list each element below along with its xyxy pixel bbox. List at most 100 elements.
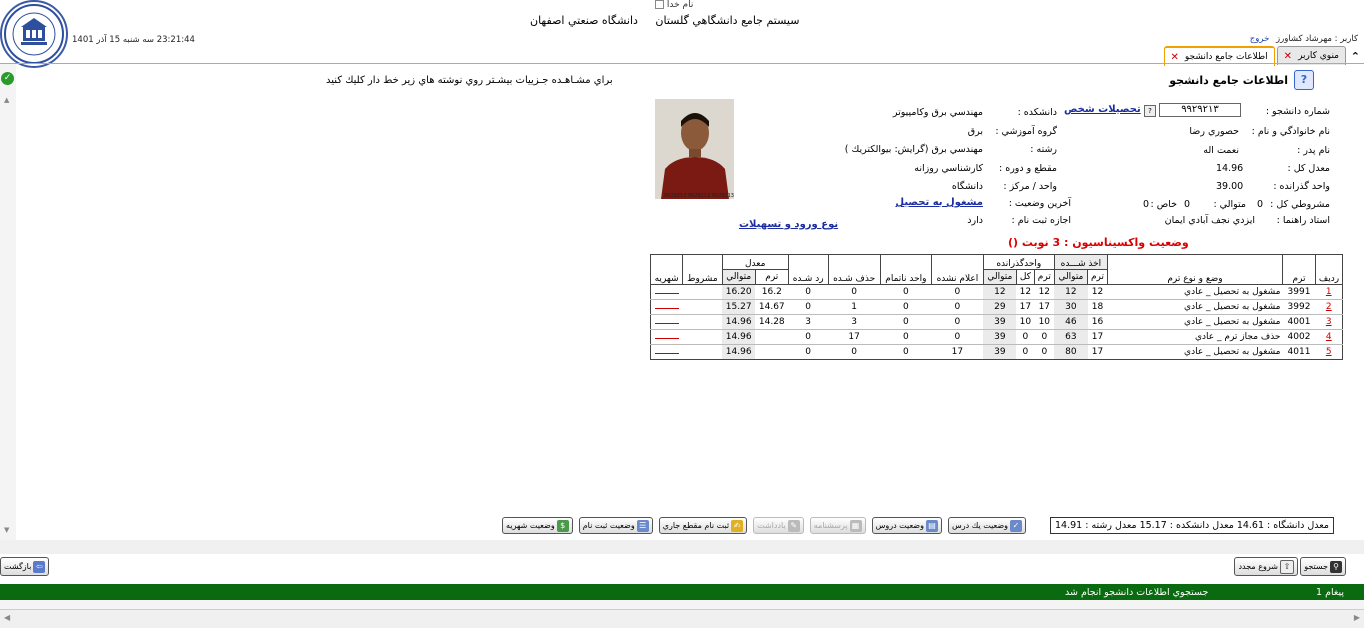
tuition-link[interactable] — [654, 317, 679, 324]
passed-consec-cell: 39 — [983, 344, 1017, 360]
back-button[interactable]: ⇦ بازگشت — [0, 557, 50, 576]
announced-cell: 0 — [931, 299, 984, 315]
registration-label: اجازه ثبت نام : — [1011, 215, 1072, 226]
failed-cell: 0 — [788, 299, 829, 315]
row-index-link[interactable]: 5 — [1315, 344, 1343, 360]
page-title: ? اطلاعات جامع دانشجو — [1169, 70, 1314, 90]
status-line — [0, 600, 1364, 609]
tuition-cell[interactable] — [649, 284, 683, 300]
help-icon[interactable]: ? — [1294, 70, 1314, 90]
term-cell: 3991 — [1282, 284, 1316, 300]
tuition-link[interactable] — [654, 347, 679, 354]
personal-education-link[interactable]: تحصيلات شخص — [1064, 104, 1141, 115]
questionnaire-button[interactable]: ▦ پرسشنامه — [809, 517, 866, 534]
deleted-cell: 0 — [828, 344, 881, 360]
horizontal-scrollbar[interactable]: ◀ ▶ — [0, 609, 1364, 628]
row-link[interactable]: 5 — [1326, 347, 1332, 357]
failed-cell: 3 — [788, 314, 829, 330]
registration-status-button[interactable]: ☰ وضعيت ثبت نام — [578, 517, 653, 534]
row-link[interactable]: 4 — [1326, 332, 1332, 342]
vertical-scrollbar[interactable] — [0, 64, 16, 540]
tuition-link[interactable] — [654, 302, 679, 309]
scroll-right-arrow-icon[interactable]: ▶ — [1354, 613, 1360, 622]
tuition-cell[interactable] — [649, 344, 683, 360]
scroll-down-arrow-icon[interactable]: ▼ — [4, 526, 9, 534]
scroll-up-arrow-icon[interactable]: ▲ — [4, 96, 9, 104]
probation-consec: 0 — [1184, 199, 1191, 210]
close-icon[interactable]: ✕ — [1284, 51, 1292, 62]
probation-consec-label: متوالي : — [1213, 199, 1246, 210]
registration-current-button[interactable]: ✍ ثبت نام مقطع جاري — [658, 517, 748, 534]
terms-table: رديف ترم وضع و نوع ترم اخذ شـــده واحدگذ… — [649, 254, 1343, 360]
tuition-cell[interactable] — [649, 329, 683, 345]
status-cell: حذف مجاز ترم _ عادي — [1107, 329, 1283, 345]
success-check-icon: ✓ — [1, 72, 14, 85]
gpa-term-cell — [755, 344, 789, 360]
tab-divider — [0, 63, 1364, 64]
failed-cell: 0 — [788, 329, 829, 345]
button-label: بازگشت — [4, 561, 32, 571]
father-label: نام پدر : — [1297, 145, 1330, 156]
passed-total-cell: 10 — [1016, 314, 1035, 330]
logo-emblem-icon — [4, 4, 64, 64]
button-label: وضعيت يك درس — [951, 520, 1008, 530]
row-link[interactable]: 1 — [1326, 287, 1332, 297]
announced-cell: 17 — [931, 344, 984, 360]
user-label: كاربر : مهرشاد كشاورز — [1276, 34, 1358, 44]
col-gpa-term: ترم — [754, 269, 789, 285]
note-button[interactable]: ✎ يادداشت — [753, 517, 804, 534]
tuition-status-button[interactable]: $ وضعيت شهريه — [502, 517, 573, 534]
tuition-cell[interactable] — [649, 314, 683, 330]
last-status-link[interactable]: مشغول به تحصيل — [895, 197, 983, 208]
logout-link[interactable]: خروج — [1250, 34, 1270, 44]
col-taken-term: ترم — [1087, 269, 1108, 285]
search-button[interactable]: ⚲ جستجو — [1300, 557, 1346, 576]
passed-units-value: 39.00 — [1216, 181, 1244, 192]
courses-status-button[interactable]: ▤ وضعيت دروس — [871, 517, 942, 534]
tuition-link[interactable] — [654, 287, 679, 294]
name-label: نام خانوادگي و نام : — [1251, 126, 1330, 137]
row-index-link[interactable]: 1 — [1315, 284, 1343, 300]
row-link[interactable]: 3 — [1326, 317, 1332, 327]
restart-button[interactable]: ⇧ شروع مجدد — [1234, 557, 1298, 576]
tuition-link[interactable] — [654, 332, 679, 339]
gpa-consec-cell: 15.27 — [722, 299, 756, 315]
row-link[interactable]: 2 — [1326, 302, 1332, 312]
row-index-link[interactable]: 2 — [1315, 299, 1343, 315]
incomplete-cell: 0 — [880, 314, 932, 330]
row-index-link[interactable]: 3 — [1315, 314, 1343, 330]
failed-cell: 0 — [788, 344, 829, 360]
message-text: جستجوي اطلاعات دانشجو انجام شد — [1065, 587, 1209, 598]
student-portrait-icon — [655, 99, 734, 199]
entry-type-link[interactable]: نوع ورود و تسهيلات — [739, 219, 838, 230]
course-status-button[interactable]: ✓ وضعيت يك درس — [947, 517, 1026, 534]
table-row: 3 4001 مشغول به تحصيل _ عادي 16 46 10 10 39 0 0 3 3… — [649, 314, 1343, 330]
faculty-label: دانشكده : — [1017, 107, 1057, 118]
inner-horizontal-scrollbar[interactable] — [0, 540, 1364, 554]
scroll-left-arrow-icon[interactable]: ◀ — [4, 613, 10, 622]
passed-consec-cell: 12 — [983, 284, 1017, 300]
level-value: كارشناسي روزانه — [914, 163, 983, 174]
passed-term-cell: 12 — [1034, 284, 1055, 300]
button-label: پرسشنامه — [813, 520, 848, 530]
col-incomplete: واحد ناتمام — [879, 254, 933, 285]
passed-units-label: واحد گذرانده : — [1273, 181, 1330, 192]
advisor-label: استاد راهنما : — [1276, 215, 1330, 226]
close-icon[interactable]: ✕ — [1171, 52, 1179, 63]
passed-consec-cell: 29 — [983, 299, 1017, 315]
col-gpa: معدل — [721, 254, 789, 270]
collapse-chevron-up-icon[interactable]: ⌃ — [1351, 50, 1360, 63]
campus-value: دانشگاه — [951, 181, 983, 192]
list-icon: ☰ — [636, 519, 649, 532]
col-passed-total: كل — [1015, 269, 1035, 285]
form-icon: ▦ — [849, 519, 862, 532]
student-id-input[interactable]: ۹۹۲۹۲۱۳ — [1159, 103, 1241, 117]
row-index-link[interactable]: 4 — [1315, 329, 1343, 345]
action-toolbar: ✓ وضعيت يك درس ▤ وضعيت دروس ▦ پرسشنامه ✎ ياد… — [502, 517, 1026, 534]
tuition-cell[interactable] — [649, 299, 683, 315]
taken-term-cell: 12 — [1087, 284, 1108, 300]
money-icon: $ — [556, 519, 569, 532]
question-icon[interactable]: ? — [1144, 105, 1156, 117]
student-photo — [655, 99, 734, 199]
passed-term-cell: 17 — [1034, 299, 1055, 315]
